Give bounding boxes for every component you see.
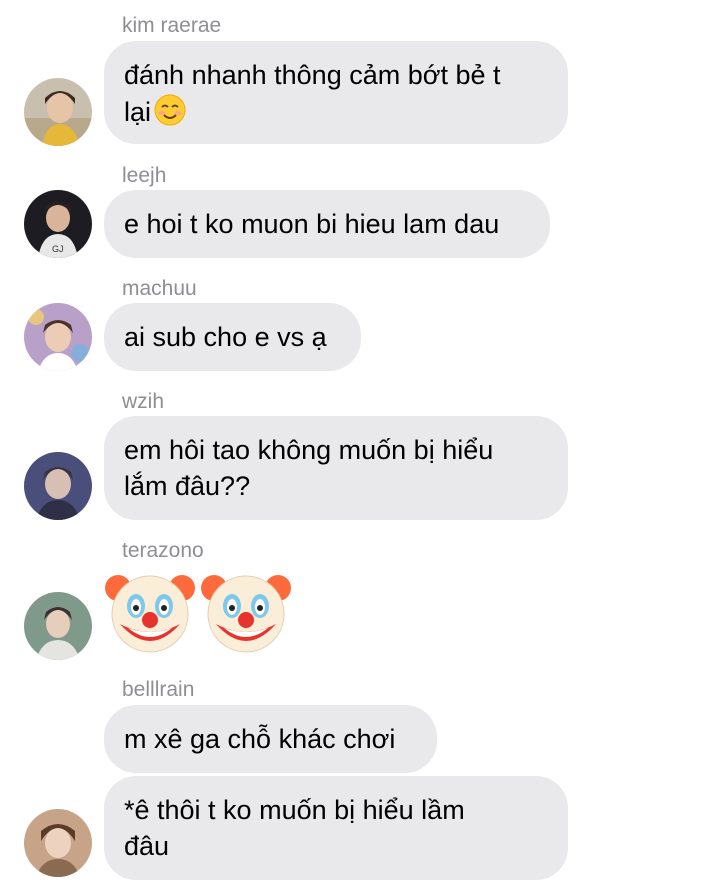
message-text: m xê ga chỗ khác chơi bbox=[124, 724, 396, 754]
message-bubble[interactable]: ai sub cho e vs ạ bbox=[104, 303, 361, 371]
message-text: *ê thôi t ko muốn bị hiểu lầm đâu bbox=[124, 795, 465, 861]
avatar[interactable] bbox=[24, 592, 92, 660]
message-bubble[interactable]: em hôi tao không muốn bị hiểu lắm đâu?? bbox=[104, 416, 568, 520]
avatar[interactable] bbox=[24, 78, 92, 146]
sender-name: machuu bbox=[122, 277, 197, 300]
message-text: em hôi tao không muốn bị hiểu lắm đâu?? bbox=[124, 435, 494, 501]
smiling-face-icon bbox=[153, 93, 187, 136]
message-bubble[interactable]: đánh nhanh thông cảm bớt bẻ t lại bbox=[104, 41, 568, 144]
emoji-message[interactable] bbox=[104, 566, 292, 658]
clown-face-icon bbox=[200, 566, 292, 658]
sender-name: belllrain bbox=[122, 678, 195, 701]
svg-text:GJ: GJ bbox=[52, 244, 64, 254]
message-bubble[interactable]: e hoi t ko muon bi hieu lam dau bbox=[104, 190, 550, 258]
message-text: ai sub cho e vs ạ bbox=[124, 322, 327, 352]
clown-face-icon bbox=[104, 566, 196, 658]
avatar[interactable]: GJ bbox=[24, 190, 92, 258]
avatar[interactable] bbox=[24, 452, 92, 520]
message-bubble[interactable]: m xê ga chỗ khác chơi bbox=[104, 705, 437, 773]
avatar[interactable] bbox=[24, 303, 92, 371]
sender-name: kim raerae bbox=[122, 14, 222, 37]
sender-name: leejh bbox=[122, 164, 167, 187]
sender-name: wzih bbox=[122, 390, 165, 413]
message-text: e hoi t ko muon bi hieu lam dau bbox=[124, 209, 500, 239]
sender-name: terazono bbox=[122, 539, 204, 562]
message-bubble[interactable]: *ê thôi t ko muốn bị hiểu lầm đâu bbox=[104, 776, 568, 880]
avatar[interactable] bbox=[24, 809, 92, 877]
